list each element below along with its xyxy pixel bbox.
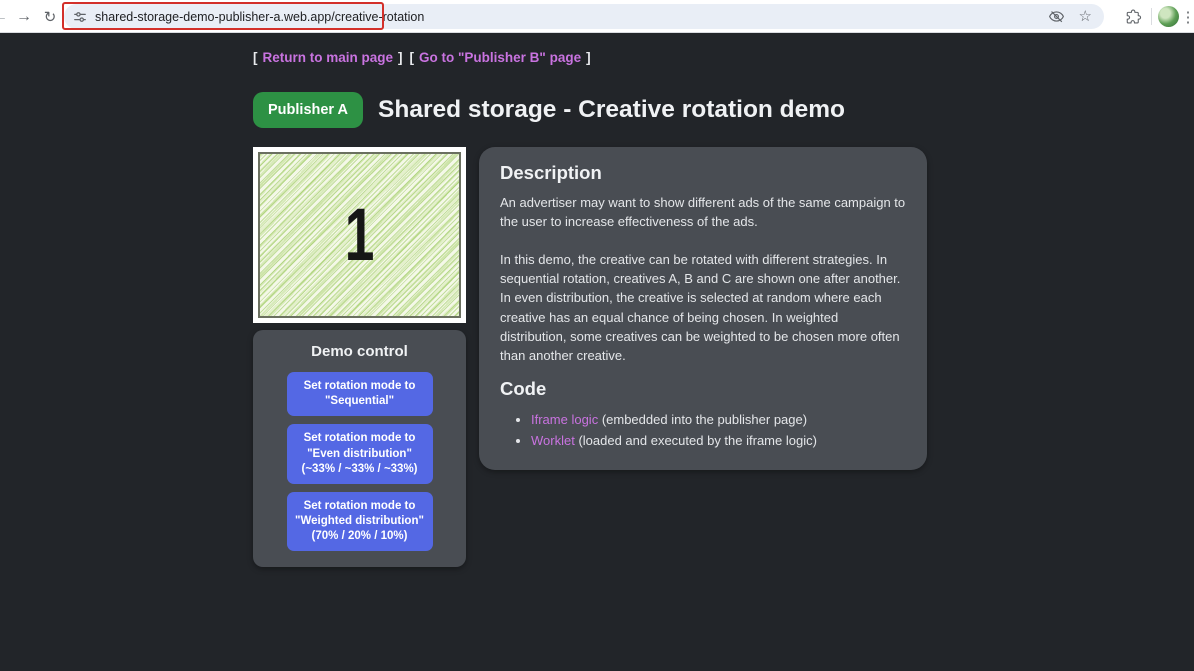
url-bar[interactable]: shared-storage-demo-publisher-a.web.app/… [64, 4, 1104, 29]
list-item: Worklet (loaded and executed by the ifra… [531, 430, 906, 451]
toolbar-divider [1151, 8, 1152, 25]
title-row: Publisher A Shared storage - Creative ro… [253, 92, 1194, 128]
reload-icon[interactable]: ↻ [38, 0, 62, 33]
rotation-mode-sequential-button[interactable]: Set rotation mode to "Sequential" [287, 372, 433, 416]
back-icon[interactable]: ← [0, 0, 12, 33]
page-title: Shared storage - Creative rotation demo [378, 96, 845, 124]
description-paragraph: An advertiser may want to show different… [500, 193, 906, 231]
button-line: (~33% / ~33% / ~33%) [293, 462, 427, 477]
iframe-logic-link[interactable]: Iframe logic [531, 412, 598, 427]
demo-control-title: Demo control [253, 343, 466, 360]
button-line: Set rotation mode to [293, 431, 427, 446]
link-suffix: (embedded into the publisher page) [598, 412, 807, 427]
forward-icon[interactable]: → [12, 0, 36, 33]
link-suffix: (loaded and executed by the iframe logic… [575, 433, 817, 448]
url-text: shared-storage-demo-publisher-a.web.app/… [95, 10, 424, 24]
main-content: 1 Demo control Set rotation mode to "Seq… [253, 147, 1194, 567]
button-line: (70% / 20% / 10%) [293, 529, 427, 544]
bookmark-star-icon[interactable]: ☆ [1079, 9, 1092, 24]
rotation-mode-even-distribution-button[interactable]: Set rotation mode to "Even distribution"… [287, 424, 433, 484]
profile-avatar[interactable] [1158, 6, 1179, 27]
button-line: "Weighted distribution" [293, 514, 427, 529]
extensions-icon[interactable] [1124, 7, 1143, 26]
page-body: [ Return to main page ] [ Go to "Publish… [0, 33, 1194, 671]
left-column: 1 Demo control Set rotation mode to "Seq… [253, 147, 466, 567]
return-main-page-link[interactable]: Return to main page [263, 50, 394, 65]
site-settings-icon[interactable] [73, 10, 87, 24]
button-line: Set rotation mode to [293, 499, 427, 514]
browser-menu-icon[interactable]: ⋮ [1178, 0, 1194, 33]
rotation-mode-weighted-distribution-button[interactable]: Set rotation mode to "Weighted distribut… [287, 492, 433, 552]
ad-iframe: 1 [253, 147, 466, 323]
button-line: "Even distribution" [293, 447, 427, 462]
code-heading: Code [500, 378, 906, 400]
code-links-list: Iframe logic (embedded into the publishe… [500, 409, 906, 451]
bracket-open: [ [253, 50, 258, 65]
button-line: "Sequential" [293, 394, 427, 409]
publisher-badge: Publisher A [253, 92, 363, 128]
bracket-close: ] [398, 50, 403, 65]
creative-image: 1 [258, 152, 461, 318]
bracket-open: [ [410, 50, 415, 65]
eye-off-icon[interactable] [1048, 8, 1065, 25]
list-item: Iframe logic (embedded into the publishe… [531, 409, 906, 430]
bracket-close: ] [586, 50, 591, 65]
publisher-b-link-group: [ Go to "Publisher B" page ] [410, 50, 591, 65]
return-link-group: [ Return to main page ] [253, 50, 403, 65]
description-card: Description An advertiser may want to sh… [479, 147, 927, 470]
description-heading: Description [500, 162, 906, 184]
browser-toolbar: ← → ↻ shared-storage-demo-publisher-a.we… [0, 0, 1194, 33]
publisher-b-page-link[interactable]: Go to "Publisher B" page [419, 50, 581, 65]
button-line: Set rotation mode to [293, 379, 427, 394]
top-nav-links: [ Return to main page ] [ Go to "Publish… [253, 50, 1194, 65]
description-paragraph: In this demo, the creative can be rotate… [500, 250, 906, 365]
worklet-link[interactable]: Worklet [531, 433, 575, 448]
creative-number: 1 [345, 198, 375, 272]
demo-control-panel: Demo control Set rotation mode to "Seque… [253, 330, 466, 567]
